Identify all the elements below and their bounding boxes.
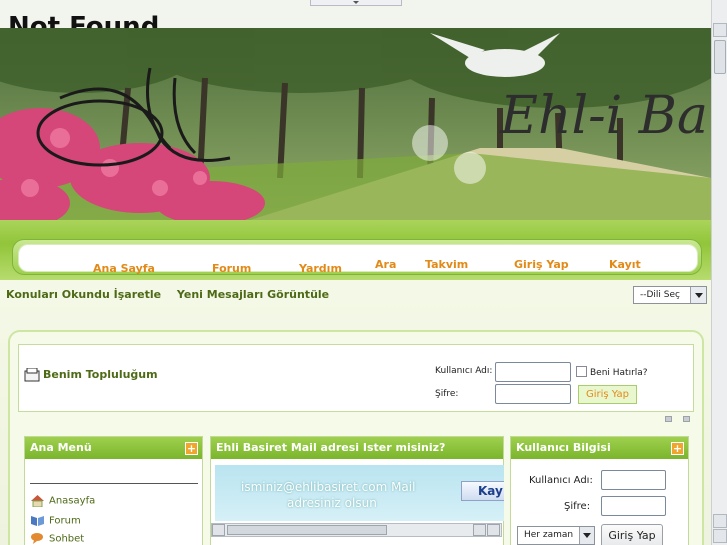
username-label: Kullanıcı Adı: (435, 366, 493, 376)
menu-item-forum-label: Forum (49, 515, 81, 527)
chevron-down-icon (690, 287, 706, 303)
expand-icon-2[interactable]: + (671, 442, 684, 455)
user-info-title: Kullanıcı Bilgisi (511, 437, 688, 459)
menu-item-home[interactable]: Anasayfa (30, 494, 95, 507)
language-select[interactable]: --Dili Seç (633, 286, 707, 304)
scroll-thumb-vertical[interactable] (714, 40, 726, 74)
vertical-scrollbar[interactable] (711, 0, 727, 545)
ticker-text: isminiz@ehlibasiret.com Mail adresiniz o… (241, 479, 415, 511)
user-panel-password-input[interactable] (601, 496, 666, 516)
mark-read-link[interactable]: Konuları Okundu İşaretle (6, 288, 161, 301)
scroll-up-icon[interactable] (713, 23, 727, 37)
scroll-left-icon-2[interactable] (473, 524, 486, 536)
quick-links: Konuları Okundu İşaretle Yeni Mesajları … (6, 288, 341, 301)
main-menu-panel: Ana Menü + Anasayfa Forum Sohbet (24, 436, 203, 545)
book-icon (31, 516, 44, 526)
scroll-up-icon-2[interactable] (713, 514, 727, 528)
user-panel-login-button[interactable]: Giriş Yap (601, 524, 663, 545)
new-posts-link[interactable]: Yeni Mesajları Görüntüle (177, 288, 329, 301)
password-label: Şifre: (435, 389, 459, 399)
mail-ticker: isminiz@ehlibasiret.com Mail adresiniz o… (215, 465, 504, 521)
remember-checkbox[interactable] (576, 366, 587, 377)
menu-item-home-label: Anasayfa (49, 495, 96, 507)
home-icon (31, 495, 44, 507)
user-info-panel: Kullanıcı Bilgisi + Kullanıcı Adı: Şifre… (510, 436, 689, 545)
username-input[interactable] (495, 362, 571, 382)
menu-item-forum[interactable]: Forum (30, 514, 81, 527)
nav-calendar[interactable]: Takvim (425, 258, 468, 271)
menu-item-chat-label: Sohbet (49, 533, 85, 545)
dropdown-tab[interactable] (310, 0, 402, 6)
header-banner: Ehl-i Ba (0, 28, 711, 220)
community-label: Benim Topluluğum (43, 368, 158, 381)
mail-panel-title: Ehli Basiret Mail adresi Ister misiniz? (211, 437, 503, 459)
expand-icon[interactable]: + (185, 442, 198, 455)
community-icon (24, 367, 40, 382)
user-panel-username-label: Kullanıcı Adı: (529, 475, 593, 486)
page-status-heading: Not Found (8, 12, 160, 28)
scroll-right-icon[interactable] (487, 524, 500, 536)
language-selected: --Dili Seç (640, 290, 680, 300)
banner-logo: Ehl-i Ba (499, 86, 708, 146)
remember-label: Beni Hatırla? (590, 368, 648, 378)
chevron-down-icon-2 (579, 527, 594, 544)
browser-page: Ehl-i Ba Not Found Ana Sayfa Forum Yardı… (0, 0, 727, 545)
ticker-register-button[interactable]: Kay (461, 481, 504, 501)
community-title: Benim Topluluğum (24, 367, 158, 382)
menu-item-chat[interactable]: Sohbet (30, 532, 84, 545)
user-panel-username-input[interactable] (601, 470, 666, 490)
mail-panel: Ehli Basiret Mail adresi Ister misiniz? … (210, 436, 504, 545)
banner-scene-image: Ehl-i Ba (0, 28, 711, 220)
nav-register[interactable]: Kayıt (609, 258, 641, 271)
horizontal-scrollbar[interactable] (211, 523, 502, 537)
scroll-left-icon[interactable] (212, 524, 225, 536)
user-panel-password-label: Şifre: (564, 501, 591, 512)
ticker-line-1: isminiz@ehlibasiret.com Mail (241, 480, 416, 494)
nav-help[interactable]: Yardım (299, 262, 342, 275)
nav-login[interactable]: Giriş Yap (514, 258, 569, 271)
chat-icon (31, 533, 43, 544)
menu-divider (30, 483, 198, 484)
collapse-icon[interactable] (665, 416, 672, 422)
main-menu-title: Ana Menü (25, 437, 202, 459)
login-button[interactable]: Giriş Yap (578, 385, 637, 404)
remember-option: Her zaman (524, 530, 574, 540)
nav-forum[interactable]: Forum (212, 262, 251, 275)
nav-home[interactable]: Ana Sayfa (93, 262, 155, 275)
nav-search[interactable]: Ara (375, 258, 396, 271)
scroll-down-icon[interactable] (713, 529, 727, 543)
collapse-icon-2[interactable] (683, 416, 690, 422)
ticker-line-2: adresiniz olsun (287, 496, 377, 510)
remember-select[interactable]: Her zaman (517, 526, 595, 545)
scroll-thumb[interactable] (227, 525, 387, 535)
main-navigation: Ana Sayfa Forum Yardım Ara Takvim Giriş … (18, 244, 698, 275)
password-input[interactable] (495, 384, 571, 404)
